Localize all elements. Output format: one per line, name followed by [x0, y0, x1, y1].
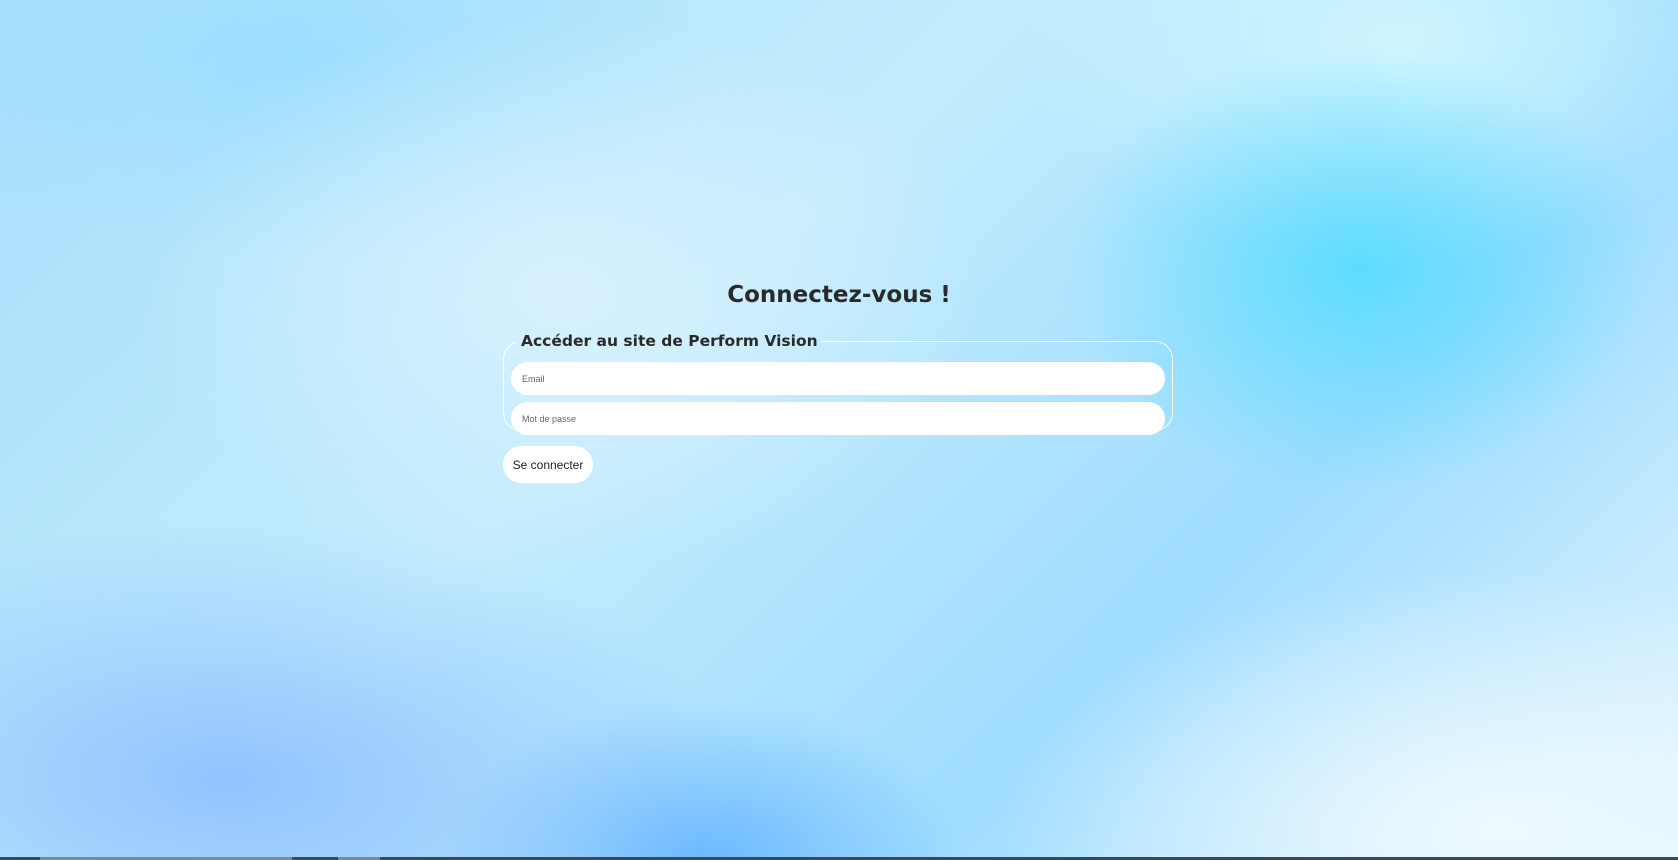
login-form-legend: Accéder au site de Perform Vision — [521, 332, 818, 350]
email-field-wrapper — [511, 362, 1165, 395]
password-field-wrapper — [511, 402, 1165, 435]
password-field[interactable] — [522, 413, 1154, 424]
page-title: Connectez-vous ! — [727, 282, 951, 308]
login-form: Accéder au site de Perform Vision — [503, 332, 1173, 435]
email-field[interactable] — [522, 373, 1154, 384]
login-button[interactable]: Se connecter — [503, 446, 593, 483]
